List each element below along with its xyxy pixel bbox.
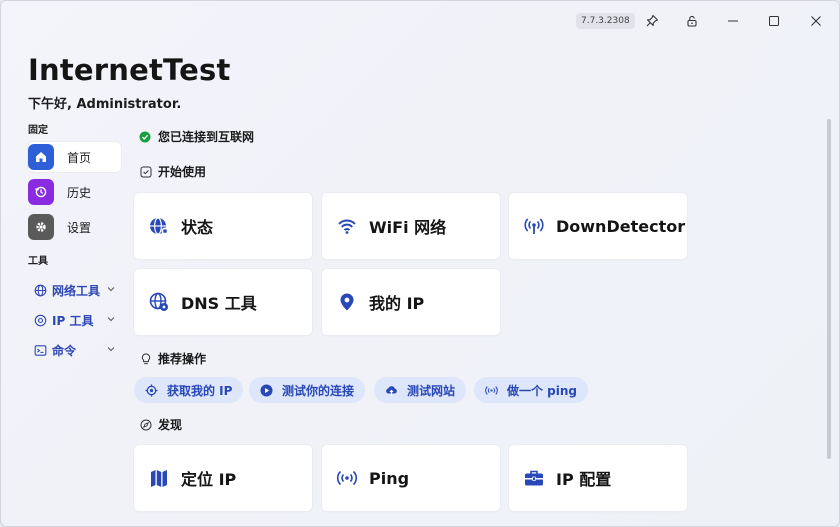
map-pin-icon xyxy=(336,291,358,313)
card-ip-config[interactable]: IP 配置 xyxy=(509,445,687,511)
sidebar-item-label: 历史 xyxy=(67,185,92,200)
card-label: 定位 IP xyxy=(181,470,237,489)
recommend-heading: 推荐操作 xyxy=(139,350,206,367)
dns-globe-icon xyxy=(148,291,170,313)
card-label: 状态 xyxy=(181,218,214,237)
chevron-down-icon xyxy=(107,347,115,352)
connection-status-text: 您已连接到互联网 xyxy=(158,130,255,144)
sidebar-item-ip-tools[interactable]: IP 工具 xyxy=(33,309,121,331)
lock-icon xyxy=(687,15,697,27)
start-heading-text: 开始使用 xyxy=(158,165,207,179)
card-label: Ping xyxy=(369,468,410,488)
card-status[interactable]: 状态 xyxy=(134,193,312,259)
toolbox-icon xyxy=(523,467,545,489)
minimize-button[interactable] xyxy=(718,9,748,33)
title-bar: 7.7.3.2308 xyxy=(1,1,839,41)
gear-icon xyxy=(28,214,54,240)
app-title: InternetTest xyxy=(28,53,231,87)
globe-status-icon xyxy=(148,215,170,237)
terminal-icon xyxy=(33,343,47,357)
app-window: 7.7.3.2308 InternetTest 下午好, Administrat… xyxy=(0,0,840,527)
recommend-heading-text: 推荐操作 xyxy=(158,352,207,366)
card-ping[interactable]: Ping xyxy=(322,445,500,511)
sidebar-item-network-tools[interactable]: 网络工具 xyxy=(33,279,121,301)
action-get-my-ip[interactable]: 获取我的 IP xyxy=(134,377,244,403)
sidebar-item-label: 网络工具 xyxy=(52,283,101,298)
discover-heading-text: 发现 xyxy=(158,418,183,432)
location-icon xyxy=(33,313,47,327)
card-wifi[interactable]: WiFi 网络 xyxy=(322,193,500,259)
cloud-upload-icon xyxy=(384,383,398,397)
play-icon xyxy=(259,383,273,397)
pinned-section-label: 固定 xyxy=(28,125,48,136)
start-icon xyxy=(139,165,152,178)
close-icon xyxy=(811,16,821,26)
sidebar-item-settings[interactable]: 设置 xyxy=(28,212,121,242)
check-circle-icon xyxy=(139,131,151,142)
pin-icon xyxy=(646,14,659,27)
ping-icon xyxy=(484,383,498,397)
home-icon xyxy=(28,144,54,170)
card-label: DNS 工具 xyxy=(181,294,257,313)
scrollbar[interactable] xyxy=(827,119,831,459)
lock-button[interactable] xyxy=(677,9,707,33)
action-label: 测试网站 xyxy=(407,383,456,398)
sidebar-item-label: 设置 xyxy=(67,220,92,235)
card-downdetector[interactable]: DownDetector xyxy=(509,193,687,259)
crosshair-icon xyxy=(144,383,158,397)
chevron-down-icon xyxy=(107,317,115,322)
sidebar-item-label: IP 工具 xyxy=(52,313,94,328)
card-my-ip[interactable]: 我的 IP xyxy=(322,269,500,335)
greeting: 下午好, Administrator. xyxy=(28,97,182,112)
card-label: DownDetector xyxy=(556,216,686,236)
sidebar-item-commands[interactable]: 命令 xyxy=(33,339,121,361)
sidebar-item-label: 命令 xyxy=(52,343,77,358)
close-button[interactable] xyxy=(801,9,831,33)
action-label: 做一个 ping xyxy=(507,383,578,398)
broadcast-icon xyxy=(523,215,545,237)
ping-signal-icon xyxy=(336,467,358,489)
sidebar-item-history[interactable]: 历史 xyxy=(28,177,121,207)
chevron-down-icon xyxy=(107,287,115,292)
history-icon xyxy=(28,179,54,205)
action-ping[interactable]: 做一个 ping xyxy=(474,377,589,403)
pin-button[interactable] xyxy=(637,9,667,33)
minimize-icon xyxy=(728,20,738,22)
action-label: 测试你的连接 xyxy=(282,383,355,398)
card-label: 我的 IP xyxy=(369,294,425,313)
action-test-connection[interactable]: 测试你的连接 xyxy=(249,377,366,403)
start-heading: 开始使用 xyxy=(139,163,206,180)
sidebar-item-label: 首页 xyxy=(67,150,92,165)
card-locate-ip[interactable]: 定位 IP xyxy=(134,445,312,511)
wifi-icon xyxy=(336,215,358,237)
tools-section-label: 工具 xyxy=(28,256,48,267)
compass-icon xyxy=(139,418,152,431)
card-label: IP 配置 xyxy=(556,470,612,489)
maximize-button[interactable] xyxy=(759,9,789,33)
sidebar-item-home[interactable]: 首页 xyxy=(28,142,121,172)
action-test-website[interactable]: 测试网站 xyxy=(374,377,467,403)
card-dns-tools[interactable]: DNS 工具 xyxy=(134,269,312,335)
maximize-icon xyxy=(769,16,779,26)
card-label: WiFi 网络 xyxy=(369,218,447,237)
connection-status: 您已连接到互联网 xyxy=(139,128,254,145)
action-label: 获取我的 IP xyxy=(167,383,233,398)
version-badge: 7.7.3.2308 xyxy=(576,13,635,29)
map-icon xyxy=(148,467,170,489)
discover-heading: 发现 xyxy=(139,416,182,433)
globe-icon xyxy=(33,283,47,297)
lightbulb-icon xyxy=(139,352,152,365)
